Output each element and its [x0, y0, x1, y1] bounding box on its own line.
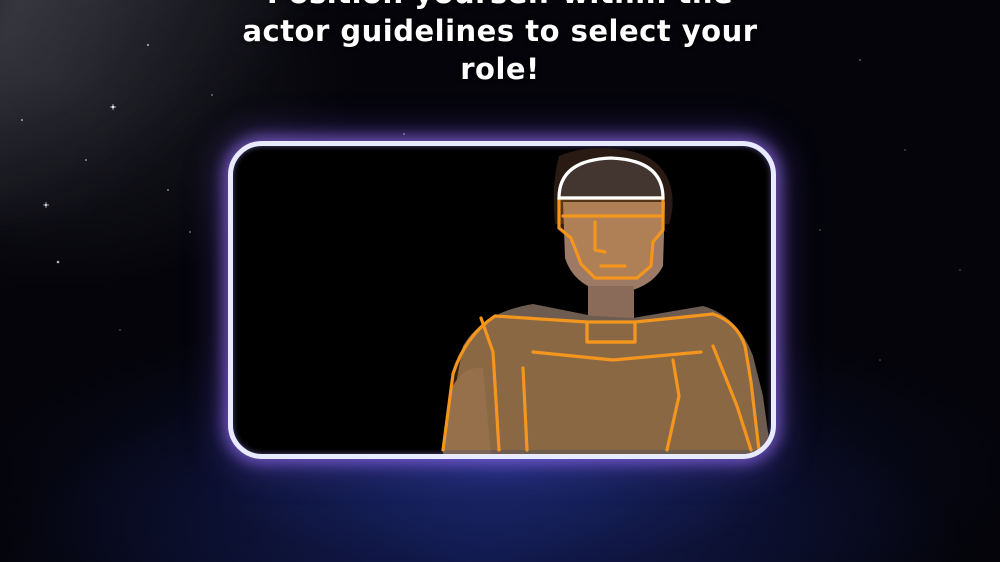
- camera-view-frame: [228, 141, 776, 459]
- instruction-line-3: role!: [460, 52, 540, 86]
- actor-guideline: [441, 196, 761, 452]
- instruction-text: Position yourself within the actor guide…: [200, 0, 800, 88]
- game-screen: Position yourself within the actor guide…: [0, 0, 1000, 562]
- instruction-line-2: actor guidelines to select your: [242, 14, 758, 48]
- instruction-line-1: Position yourself within the: [200, 0, 800, 12]
- camera-feed: [441, 148, 771, 454]
